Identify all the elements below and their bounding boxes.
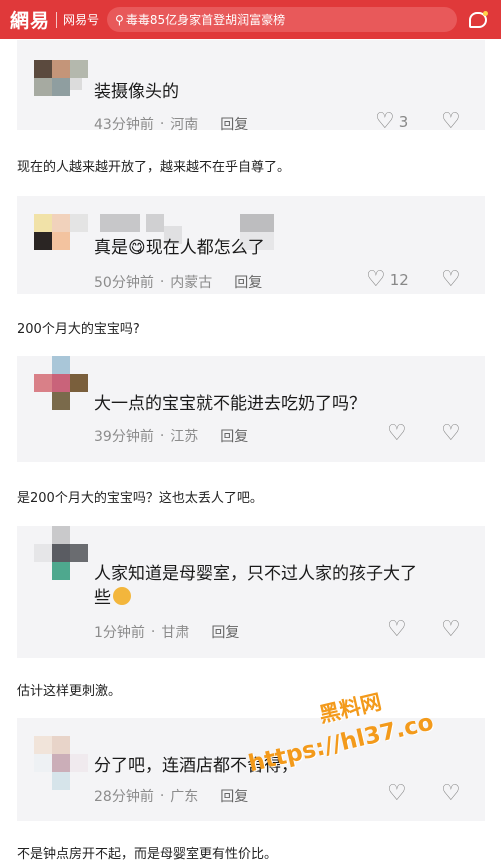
comment-text: 真是😋现在人都怎么了 [94,238,265,258]
reply-button[interactable]: 回复 [211,622,239,642]
comment-location: 江苏 [170,429,199,445]
like-count: 3 [398,113,409,131]
separator-dot: · [159,116,165,132]
comment-text-line: 人家知道是母婴室，只不过人家的孩子大了 [94,564,417,584]
dislike-heart-icon[interactable]: ♡ [441,269,461,291]
dislike-heart-icon[interactable]: ♡ [441,423,461,445]
search-icon: ⚲ [115,12,124,27]
comment-card: 人家知道是母婴室，只不过人家的孩子大了 些 1分钟前 · 甘肃 回复 ♡ ♡ [17,526,485,658]
like-button[interactable]: ♡ [387,781,407,806]
separator-dot: · [150,624,156,640]
comment-card: 装摄像头的 43分钟前 · 河南 回复 ♡ 3 ♡ [17,40,485,134]
comment-text: 人家知道是母婴室，只不过人家的孩子大了 些 [94,562,474,610]
reply-button[interactable]: 回复 [220,786,248,806]
comment-time: 50分钟前 [94,275,154,291]
comment-meta: 50分钟前 · 内蒙古 回复 [94,272,262,292]
comment-card: 真是😋现在人都怎么了 50分钟前 · 内蒙古 回复 ♡ 12 ♡ [17,196,485,294]
reply-button[interactable]: 回复 [220,426,248,446]
comment-meta: 39分钟前 · 江苏 回复 [94,426,248,446]
laughing-emoji-icon [113,587,131,605]
heart-icon: ♡ [387,781,407,806]
comment-time: 1分钟前 [94,625,145,641]
like-count: 12 [389,271,409,289]
caption: 估计这样更刺激。 [17,684,122,699]
comment-text-line: 些 [94,586,474,610]
heart-icon: ♡ [375,109,395,134]
comment-time: 43分钟前 [94,117,154,133]
top-bar: 網易 网易号 ⚲ 毒毒85亿身家首登胡润富豪榜 [0,0,501,39]
channel-label[interactable]: 网易号 [63,11,99,28]
heart-icon: ♡ [366,267,386,292]
separator-dot: · [159,788,165,804]
comment-meta: 28分钟前 · 广东 回复 [94,786,248,806]
comment-card: 大一点的宝宝就不能进去吃奶了吗？ 39分钟前 · 江苏 回复 ♡ ♡ [17,356,485,462]
comment-location: 广东 [170,789,199,805]
heart-icon: ♡ [387,421,407,446]
separator-dot: · [159,274,165,290]
comment-time: 39分钟前 [94,429,154,445]
divider [56,11,58,28]
caption: 200个月大的宝宝吗? [17,322,140,337]
like-button[interactable]: ♡ 12 [366,267,409,292]
dislike-heart-icon[interactable]: ♡ [441,111,461,133]
like-button[interactable]: ♡ 3 [375,109,409,134]
caption: 不是钟点房开不起，而是母婴室更有性价比。 [17,847,278,862]
reply-button[interactable]: 回复 [220,114,248,134]
separator-dot: · [159,428,165,444]
comment-time: 28分钟前 [94,789,154,805]
like-button[interactable]: ♡ [387,617,407,642]
message-icon[interactable] [469,10,489,28]
comment-location: 内蒙古 [170,275,213,291]
comment-location: 河南 [170,117,199,133]
reply-button[interactable]: 回复 [234,272,262,292]
dislike-heart-icon[interactable]: ♡ [441,783,461,805]
like-button[interactable]: ♡ [387,421,407,446]
search-text: 毒毒85亿身家首登胡润富豪榜 [125,13,286,27]
comment-meta: 43分钟前 · 河南 回复 [94,114,248,134]
netease-logo[interactable]: 網易 [10,6,50,33]
dislike-heart-icon[interactable]: ♡ [441,619,461,641]
comment-text: 装摄像头的 [94,82,179,102]
comment-location: 甘肃 [161,625,190,641]
comment-meta: 1分钟前 · 甘肃 回复 [94,622,239,642]
heart-icon: ♡ [387,617,407,642]
caption: 现在的人越来越开放了，越来越不在乎自尊了。 [17,160,291,175]
search-bar[interactable]: ⚲ 毒毒85亿身家首登胡润富豪榜 [107,7,458,32]
comment-text: 大一点的宝宝就不能进去吃奶了吗？ [94,394,366,414]
caption: 是200个月大的宝宝吗？这也太丢人了吧。 [17,491,263,506]
